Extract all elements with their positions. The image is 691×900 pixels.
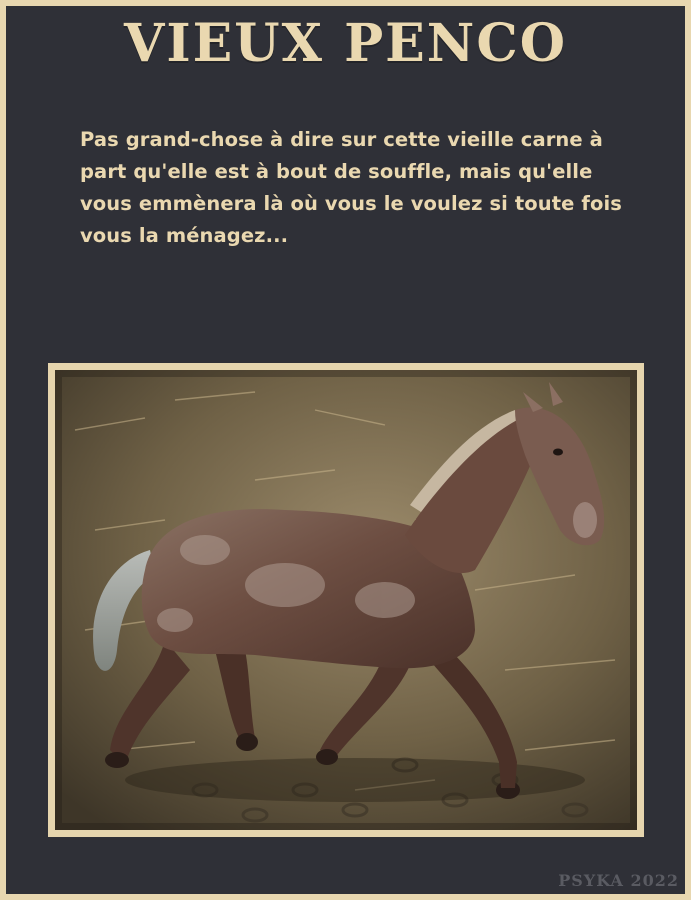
page-title: VIEUX PENCO xyxy=(123,13,568,74)
description-text: Pas grand-chose à dire sur cette vieille… xyxy=(80,128,622,247)
horse-photo xyxy=(55,370,637,830)
poster-card: VIEUX PENCO Pas grand-chose à dire sur c… xyxy=(6,6,685,894)
signature: PSYKA 2022 xyxy=(558,871,679,890)
horse-photo-frame xyxy=(48,363,644,837)
